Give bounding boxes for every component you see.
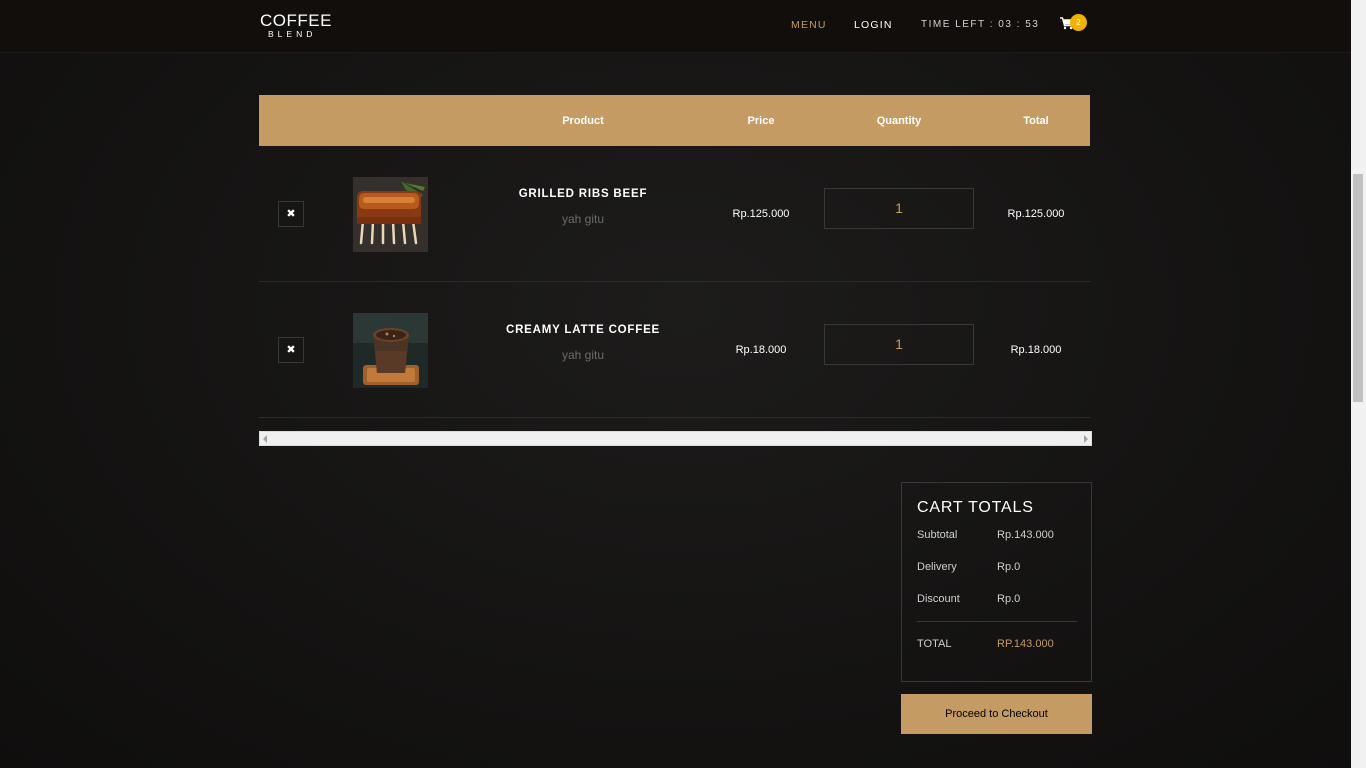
product-price: Rp.125.000	[732, 208, 790, 220]
cart-totals-panel: CART TOTALS Subtotal Rp.143.000 Delivery…	[901, 482, 1092, 682]
header-price: Price	[747, 115, 775, 127]
table-row: ✖ GRILLED RIBS BEEF yah gitu Rp.125.000 …	[259, 146, 1090, 282]
discount-value: Rp.0	[997, 593, 1021, 605]
cart-count-badge: 2	[1070, 14, 1087, 31]
remove-item-button[interactable]: ✖	[278, 201, 304, 227]
delivery-value: Rp.0	[997, 561, 1021, 573]
totals-divider	[917, 621, 1077, 622]
proceed-to-checkout-button[interactable]: Proceed to Checkout	[901, 694, 1092, 734]
brand-main-text: COFFEE	[260, 11, 332, 30]
product-name[interactable]: GRILLED RIBS BEEF	[483, 188, 683, 200]
remove-item-button[interactable]: ✖	[278, 337, 304, 363]
product-price: Rp.18.000	[735, 344, 787, 356]
scroll-left-arrow-icon[interactable]	[263, 435, 267, 443]
vertical-scrollbar[interactable]	[1351, 0, 1366, 768]
product-name[interactable]: CREAMY LATTE COFFEE	[483, 324, 683, 336]
time-left-timer: TIME LEFT : 03 : 53	[921, 19, 1040, 30]
row-total: Rp.18.000	[1010, 344, 1062, 356]
row-total: Rp.125.000	[1007, 208, 1065, 220]
discount-label: Discount	[917, 593, 960, 605]
header-quantity: Quantity	[876, 115, 922, 127]
quantity-input[interactable]: 1	[824, 324, 974, 365]
header-product: Product	[562, 115, 604, 127]
horizontal-scrollbar[interactable]	[259, 431, 1092, 446]
nav-menu-link[interactable]: MENU	[791, 19, 827, 31]
header-total: Total	[1023, 115, 1049, 127]
cart-table-header: Product Price Quantity Total	[259, 95, 1090, 146]
subtotal-value: Rp.143.000	[997, 529, 1054, 541]
total-value: RP.143.000	[997, 638, 1054, 650]
delivery-label: Delivery	[917, 561, 957, 573]
product-description: yah gitu	[561, 212, 605, 226]
cart-button[interactable]: 2	[1060, 14, 1090, 36]
navbar: COFFEE BLEND MENU LOGIN TIME LEFT : 03 :…	[0, 0, 1351, 53]
cart-totals-title: CART TOTALS	[917, 499, 1034, 516]
product-description: yah gitu	[561, 348, 605, 362]
subtotal-label: Subtotal	[917, 529, 958, 541]
total-label: TOTAL	[917, 638, 952, 650]
table-row: ✖ CREAMY LATTE COFFEE yah gitu Rp.18.000…	[259, 282, 1090, 418]
vertical-scrollbar-thumb[interactable]	[1353, 174, 1363, 402]
product-image-latte[interactable]	[353, 313, 428, 388]
brand-sub-text: BLEND	[268, 29, 317, 39]
quantity-input[interactable]: 1	[824, 188, 974, 229]
brand-logo[interactable]: COFFEE BLEND	[260, 12, 332, 39]
nav-login-link[interactable]: LOGIN	[854, 19, 893, 31]
product-image-ribs[interactable]	[353, 177, 428, 252]
scroll-right-arrow-icon[interactable]	[1084, 435, 1088, 443]
